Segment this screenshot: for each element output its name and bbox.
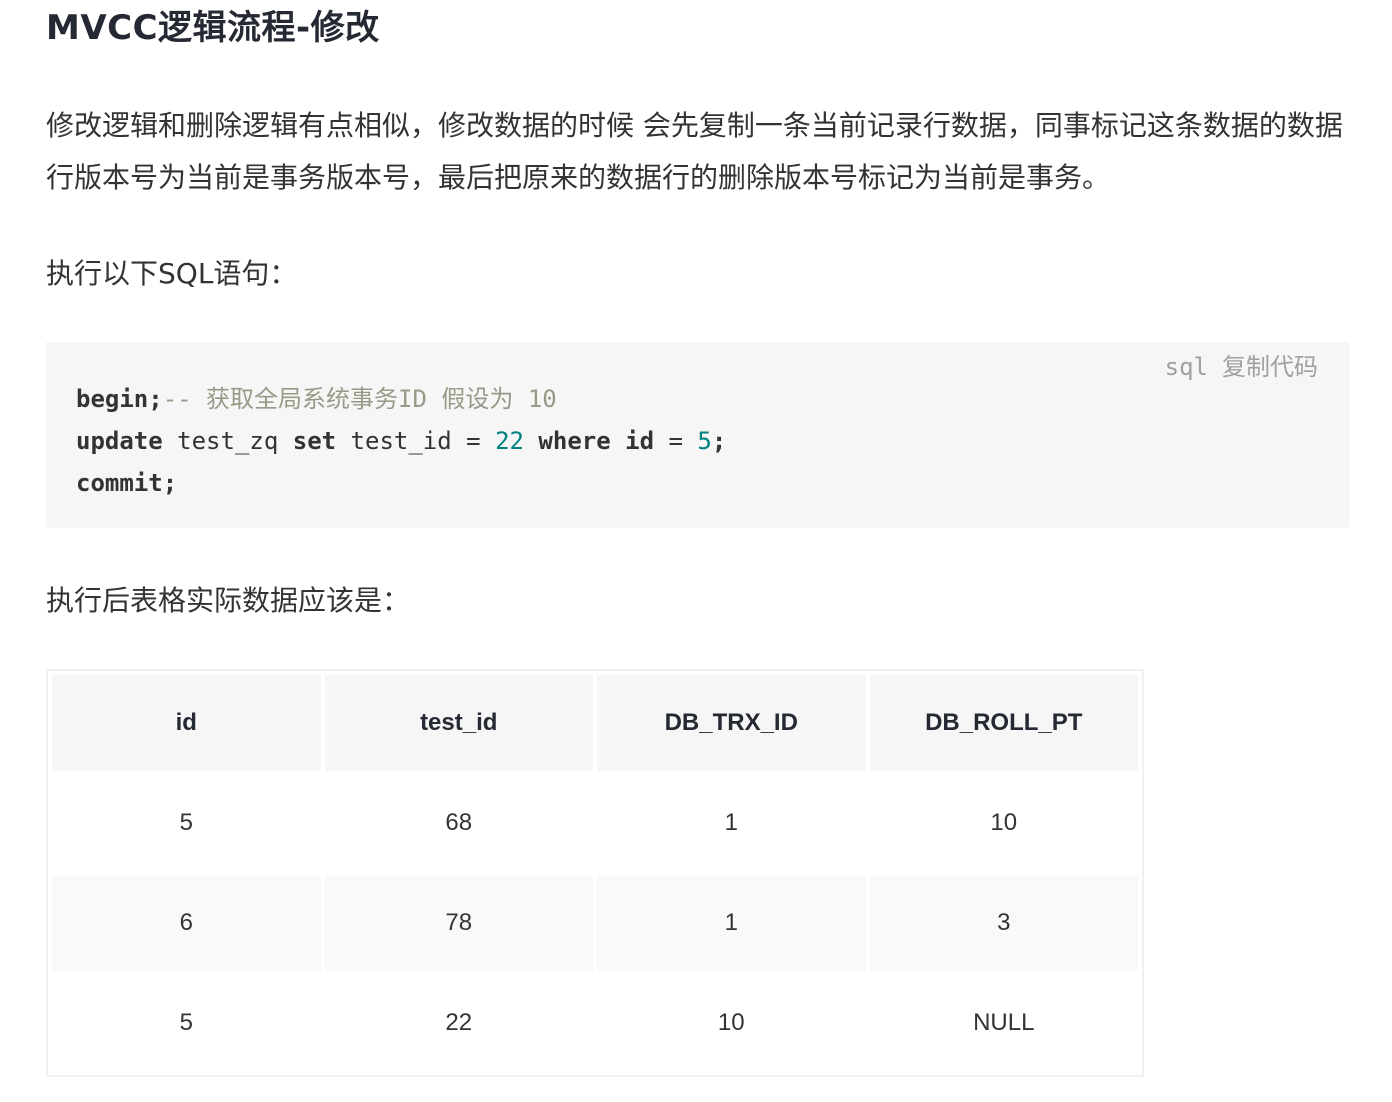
table-cell: 10	[869, 775, 1138, 871]
table-cell: 22	[324, 975, 593, 1071]
code-number: 5	[697, 427, 712, 455]
code-text: test_zq	[162, 427, 293, 455]
section-heading: MVCC逻辑流程-修改	[46, 8, 380, 48]
result-table: id test_id DB_TRX_ID DB_ROLL_PT 5 68 1 1…	[46, 669, 1144, 1077]
table-cell: 5	[52, 975, 321, 1071]
code-number: 22	[495, 427, 524, 455]
sql-code: begin;-- 获取全局系统事务ID 假设为 10 update test_z…	[76, 378, 726, 504]
code-toolbar: sql 复制代码	[1165, 352, 1318, 382]
code-text: ;	[711, 427, 727, 455]
code-keyword: set	[292, 427, 337, 455]
code-block: sql 复制代码 begin;-- 获取全局系统事务ID 假设为 10 updat…	[46, 342, 1350, 528]
table-cell: 68	[324, 775, 593, 871]
table-row: 6 78 1 3	[52, 875, 1138, 971]
table-cell: NULL	[869, 975, 1138, 1071]
table-header-cell: DB_ROLL_PT	[869, 675, 1138, 771]
code-language-label: sql	[1164, 353, 1208, 381]
table-cell: 3	[869, 875, 1138, 971]
table-cell: 5	[52, 775, 321, 871]
table-cell: 1	[597, 875, 866, 971]
table-header-cell: DB_TRX_ID	[597, 675, 866, 771]
intro-paragraph: 修改逻辑和删除逻辑有点相似，修改数据的时候 会先复制一条当前记录行数据，同事标记…	[46, 109, 1343, 194]
code-keyword: where id	[523, 427, 655, 455]
copy-code-button[interactable]: 复制代码	[1222, 353, 1318, 381]
table-cell: 1	[597, 775, 866, 871]
table-row: 5 68 1 10	[52, 775, 1138, 871]
table-header-row: id test_id DB_TRX_ID DB_ROLL_PT	[52, 675, 1138, 771]
after-paragraph: 执行后表格实际数据应该是：	[46, 584, 411, 617]
run-sql-paragraph: 执行以下SQL语句：	[46, 257, 298, 290]
table-cell: 6	[52, 875, 321, 971]
code-keyword: commit;	[76, 469, 178, 497]
table-header-cell: id	[52, 675, 321, 771]
table-cell: 78	[324, 875, 593, 971]
code-keyword: update	[76, 427, 163, 455]
table-row: 5 22 10 NULL	[52, 975, 1138, 1071]
table-cell: 10	[597, 975, 866, 1071]
code-text: =	[654, 427, 698, 455]
code-keyword: begin;	[76, 385, 163, 413]
code-text: test_id =	[336, 427, 496, 455]
table-header-cell: test_id	[324, 675, 593, 771]
code-comment: -- 获取全局系统事务ID 假设为 10	[162, 385, 557, 413]
